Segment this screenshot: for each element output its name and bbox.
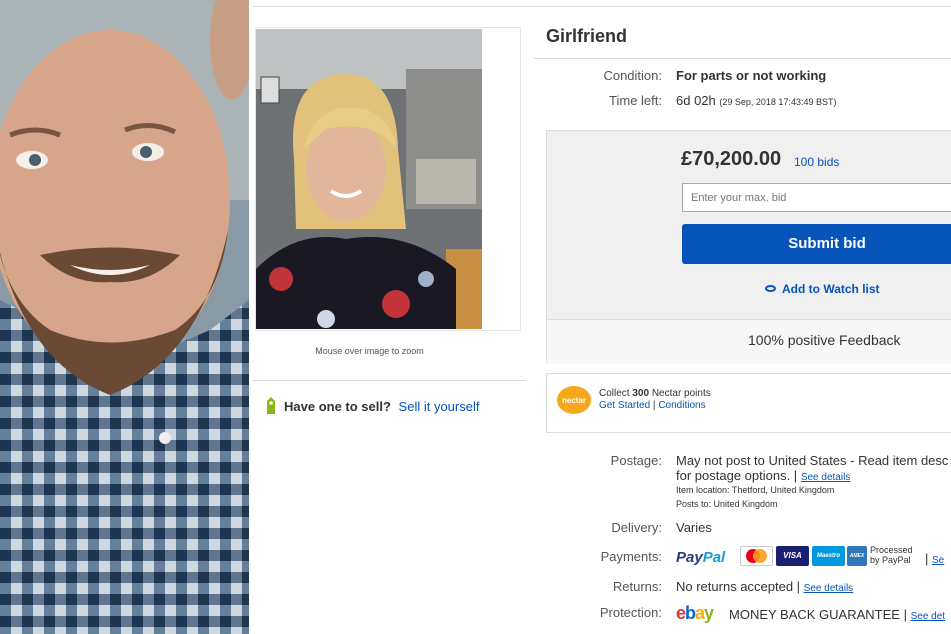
payments-see-details-link[interactable]: Se xyxy=(932,555,944,566)
bid-count-link[interactable]: 100 bids xyxy=(794,155,839,169)
end-date: (29 Sep, 2018 17:43:49 BST) xyxy=(719,97,837,107)
time-left: 6d 02h (29 Sep, 2018 17:43:49 BST) xyxy=(676,93,836,108)
postage-see-details-link[interactable]: See details xyxy=(801,472,850,483)
maestro-icon: Maestro xyxy=(812,546,845,566)
ebay-logo-b: b xyxy=(685,603,696,623)
seller-feedback: 100% positive Feedback xyxy=(748,332,901,348)
paypal-logo-pal: Pal xyxy=(702,549,726,566)
processed-by-paypal: Processed by PayPal xyxy=(870,545,913,565)
sell-it-yourself-link[interactable]: Sell it yourself xyxy=(399,399,480,414)
postage-value-2: for postage options. | xyxy=(676,468,798,483)
divider xyxy=(252,380,526,381)
conditions-link[interactable]: Conditions xyxy=(658,400,705,411)
postage-label: Postage: xyxy=(610,453,662,468)
ebay-logo-e: e xyxy=(676,603,686,623)
nectar-separator: | xyxy=(652,400,656,411)
returns-see-details-link[interactable]: See details xyxy=(804,583,853,594)
nectar-box: nectar Collect 300 Nectar points Get Sta… xyxy=(546,373,951,433)
current-price: £70,200.00 xyxy=(681,148,782,170)
screenshot-composite: Mouse over image to zoom Have one to sel… xyxy=(0,0,951,634)
nectar-points: 300 xyxy=(632,388,650,399)
man-photo xyxy=(0,0,249,634)
delivery-value: Varies xyxy=(676,520,712,535)
title-rule xyxy=(534,58,951,59)
condition-value: For parts or not working xyxy=(676,68,827,83)
nectar-links: Get Started | Conditions xyxy=(599,400,706,411)
watch-label: Add to Watch list xyxy=(782,282,880,296)
sell-prompt-label: Have one to sell? xyxy=(284,398,391,414)
mastercard-icon xyxy=(740,546,773,566)
item-image[interactable] xyxy=(256,29,482,329)
payments-separator: | xyxy=(925,551,929,566)
condition-label: Condition: xyxy=(603,68,662,83)
ebay-logo: ebay xyxy=(676,603,714,624)
processed-line-1: Processed xyxy=(870,545,913,555)
mbg-separator: | xyxy=(903,607,907,622)
bid-panel: £70,200.00 100 bids Submit bid Add to Wa… xyxy=(546,130,951,364)
delivery-label: Delivery: xyxy=(611,520,662,535)
paypal-logo: PayPal xyxy=(676,549,725,566)
postage-value: May not post to United States - Read ite… xyxy=(676,453,949,468)
nectar-collect: Collect 300 Nectar points xyxy=(599,388,711,399)
get-started-link[interactable]: Get Started xyxy=(599,400,650,411)
postage-options: for postage options. | See details xyxy=(676,468,850,483)
paypal-logo-pay: Pay xyxy=(676,549,703,566)
ebay-logo-a: a xyxy=(695,603,705,623)
nectar-logo-text: nectar xyxy=(562,396,586,405)
add-to-watch-list-link[interactable]: Add to Watch list xyxy=(765,282,880,296)
collect-suffix: Nectar points xyxy=(651,388,711,399)
visa-icon: VISA xyxy=(776,546,809,566)
time-left-value: 6d 02h xyxy=(676,93,716,108)
time-left-label: Time left: xyxy=(609,93,662,108)
returns: No returns accepted | See details xyxy=(676,579,853,594)
collect-prefix: Collect xyxy=(599,388,630,399)
ebay-listing-panel: Mouse over image to zoom Have one to sel… xyxy=(252,0,951,634)
top-rule xyxy=(252,6,951,7)
nectar-logo: nectar xyxy=(556,385,592,416)
item-location: Item location: Thetford, United Kingdom xyxy=(676,485,835,495)
protection-label: Protection: xyxy=(599,605,662,620)
item-title: Girlfriend xyxy=(546,26,628,46)
ebay-logo-y: y xyxy=(704,603,714,623)
sell-prompt: Have one to sell? Sell it yourself xyxy=(264,397,479,418)
submit-bid-button[interactable]: Submit bid xyxy=(682,224,951,264)
payments-label: Payments: xyxy=(600,549,662,564)
zoom-hint: Mouse over image to zoom xyxy=(315,346,424,356)
returns-label: Returns: xyxy=(612,579,662,594)
price-tag-icon xyxy=(264,397,278,418)
mbg-see-details-link[interactable]: See det xyxy=(911,611,945,622)
payments-more: | Se xyxy=(925,551,944,566)
mbg-label: MONEY BACK GUARANTEE xyxy=(729,607,900,622)
posts-to: Posts to: United Kingdom xyxy=(676,499,778,509)
money-back-guarantee: MONEY BACK GUARANTEE | See det xyxy=(729,607,945,622)
max-bid-input[interactable] xyxy=(682,183,951,212)
eye-icon xyxy=(765,285,776,293)
returns-value: No returns accepted | xyxy=(676,579,801,594)
processed-line-2: by PayPal xyxy=(870,555,911,565)
amex-icon: AMEX xyxy=(847,546,867,566)
